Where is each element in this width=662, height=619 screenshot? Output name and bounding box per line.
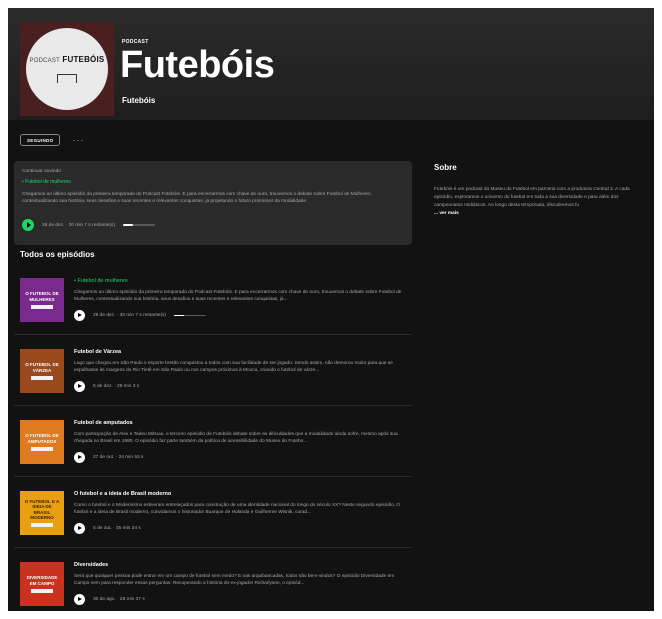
thumbnail-text: O FUTEBOL DE MULHERES [25,291,59,302]
episode-controls: 27 de out. · 24 min 53 s [74,452,143,463]
episode-title[interactable]: Futebol de amputados [74,420,133,426]
continue-listening-card[interactable]: Continuar ouvindo • Futebol de mulheres … [14,161,412,245]
thumbnail-tag [31,304,53,309]
episode-thumbnail: O FUTEBOL E A IDEIA DE BRASIL MODERNO [20,491,64,535]
episode-title[interactable]: O futebol e a ideia de Brasil moderno [74,491,171,497]
play-icon[interactable] [74,310,85,321]
publisher-link[interactable]: Futebóis [122,96,155,105]
continue-listening-label: Continuar ouvindo [22,169,61,174]
episode-controls: 28 de dez. · 30 min 7 s restante(s) [74,310,207,321]
episode-row[interactable]: DIVERSIDADE EM CAMPO Diversidades Será q… [14,548,412,611]
see-more-link[interactable]: ... ver mais [434,211,634,216]
episode-description: Será que qualquer pessoa pode entrar em … [74,574,395,587]
episode-description: Chegamos ao último episódio da primeira … [74,290,402,303]
about-section: Sobre Futebóis é um podcast do Museu do … [434,163,634,216]
action-bar: SEGUINDO ··· [20,130,84,150]
episode-row[interactable]: O FUTEBOL E A IDEIA DE BRASIL MODERNO O … [14,477,412,548]
thumbnail-text: O FUTEBOL DE VÁRZEA [25,362,59,373]
play-icon[interactable] [74,452,85,463]
episode-thumbnail: DIVERSIDADE EM CAMPO [20,562,64,606]
podcast-cover: PODCAST FUTEBÓIS [20,22,114,116]
episode-meta: 27 de out. · 24 min 53 s [93,455,144,460]
episode-thumbnail: O FUTEBOL DE VÁRZEA [20,349,64,393]
goal-icon [57,74,77,83]
more-options-icon[interactable]: ··· [72,135,84,145]
episode-description: Com participação de Alex e Tadeu Mitsuui… [74,432,398,445]
cover-logo: PODCAST FUTEBÓIS [26,28,108,110]
progress-fill [174,314,184,317]
episode-meta: 28 de dez. · 30 min 7 s restante(s) [42,222,116,228]
episode-thumbnail: O FUTEBOL DE MULHERES [20,278,64,322]
cover-logo-text: PODCAST FUTEBÓIS [29,55,105,64]
play-icon[interactable] [74,523,85,534]
continue-listening-episode-title[interactable]: • Futebol de mulheres [22,179,71,185]
podcast-header: PODCAST FUTEBÓIS PODCAST Futebóis Futebó… [8,8,654,120]
podcast-title: Futebóis [120,44,275,86]
progress-fill [123,224,133,226]
episode-row[interactable]: O FUTEBOL DE MULHERES • Futebol de mulhe… [14,264,412,335]
episode-title[interactable]: Diversidades [74,562,108,568]
progress-bar [123,224,156,226]
episode-description: Como o futebol e o Modernismo estiveram … [74,503,401,516]
episode-thumbnail: O FUTEBOL DE AMPUTADOS [20,420,64,464]
episode-row[interactable]: O FUTEBOL DE AMPUTADOS Futebol de amputa… [14,406,412,477]
about-heading: Sobre [434,163,457,172]
thumbnail-tag [31,522,53,527]
episode-title[interactable]: Futebol de Várzea [74,349,121,355]
progress-bar [174,314,207,317]
about-text: Futebóis é um podcast do Museu do Futebo… [434,187,630,209]
episode-description: Logo que chegou em São Paulo o esporte b… [74,361,393,374]
podcast-page: PODCAST FUTEBÓIS PODCAST Futebóis Futebó… [8,8,654,611]
episode-meta: 6 de dez. · 29 min 3 s [93,384,140,389]
play-icon[interactable] [22,219,34,231]
thumbnail-text: DIVERSIDADE EM CAMPO [26,575,58,586]
episode-meta: 30 de ago. · 28 min 37 s [93,597,145,602]
play-icon[interactable] [74,594,85,605]
play-icon[interactable] [74,381,85,392]
thumbnail-tag [31,588,53,593]
episode-list: O FUTEBOL DE MULHERES • Futebol de mulhe… [14,264,412,611]
episodes-heading: Todos os episódios [20,250,95,259]
thumbnail-text: O FUTEBOL E A IDEIA DE BRASIL MODERNO [24,499,60,520]
following-button[interactable]: SEGUINDO [20,134,61,146]
episode-title[interactable]: • Futebol de mulheres [74,278,128,284]
thumbnail-tag [31,375,53,380]
thumbnail-text: O FUTEBOL DE AMPUTADOS [25,433,59,444]
episode-meta: 5 de out. · 35 min 24 s [93,526,141,531]
episode-controls: 6 de dez. · 29 min 3 s [74,381,139,392]
continue-listening-controls: 28 de dez. · 30 min 7 s restante(s) [22,219,156,231]
episode-meta: 28 de dez. · 30 min 7 s restante(s) [93,313,167,318]
thumbnail-tag [31,446,53,451]
episode-controls: 5 de out. · 35 min 24 s [74,523,141,534]
episode-controls: 30 de ago. · 28 min 37 s [74,594,145,605]
continue-listening-description: Chegamos ao último episódio da primeira … [22,192,372,205]
episode-row[interactable]: O FUTEBOL DE VÁRZEA Futebol de Várzea Lo… [14,335,412,406]
